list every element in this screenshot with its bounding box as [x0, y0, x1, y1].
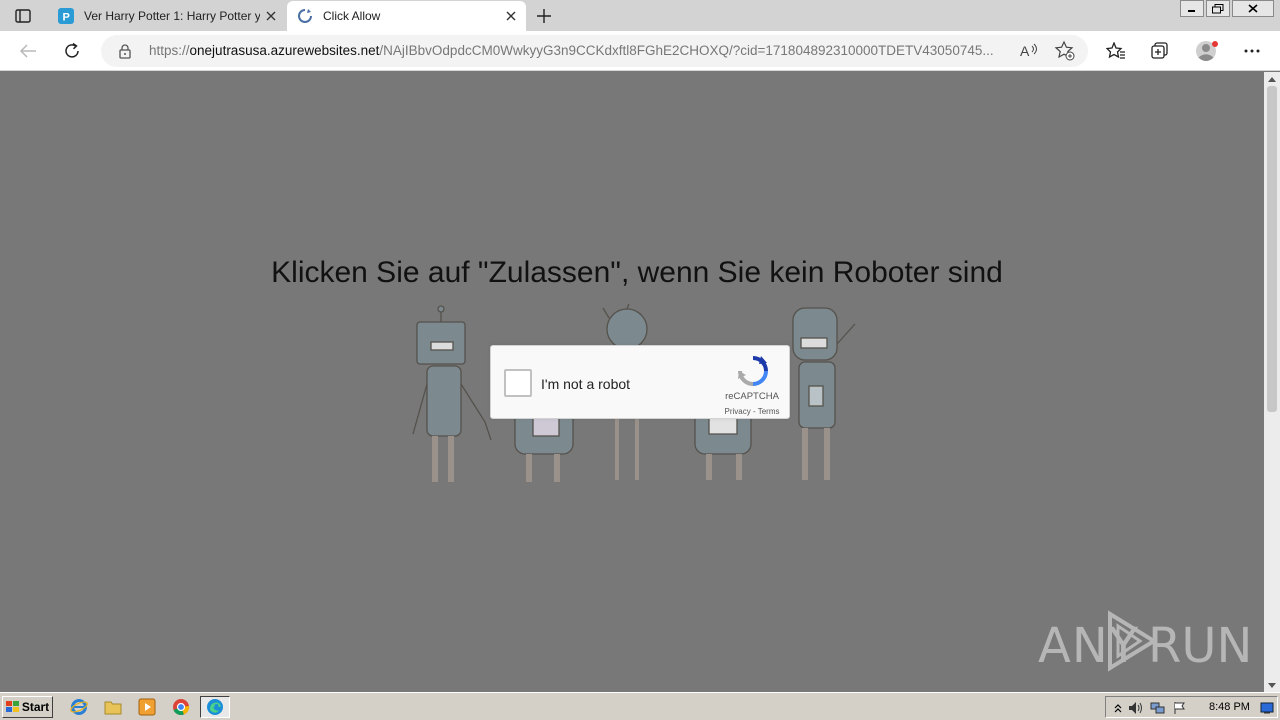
- explorer-launch[interactable]: [102, 697, 124, 717]
- browser-toolbar: https://onejutrasusa.azurewebsites.net/N…: [0, 31, 1280, 71]
- page-headline: Klicken Sie auf "Zulassen", wenn Sie kei…: [271, 256, 1003, 289]
- avatar-icon: [1196, 41, 1218, 61]
- p-letter-icon: P: [58, 8, 74, 24]
- url-scheme: https://: [149, 43, 190, 58]
- plus-icon: [537, 9, 551, 23]
- system-tray: 8:48 PM: [1105, 696, 1278, 718]
- volume-icon[interactable]: [1128, 700, 1144, 716]
- ellipsis-icon: [1244, 49, 1260, 53]
- svg-text:P: P: [63, 12, 70, 24]
- lock-icon[interactable]: [117, 43, 133, 59]
- edge-icon: [207, 699, 223, 715]
- url-path: /NAjIBbvOdpdcCM0WwkyyG3n9CCKdxftl8FGhE2C…: [379, 43, 994, 58]
- internet-explorer-icon: [70, 699, 88, 715]
- loading-icon: [298, 9, 312, 23]
- watermark-text-right: RUN: [1148, 618, 1253, 674]
- url-host: onejutrasusa.azurewebsites.net: [189, 43, 380, 58]
- tab-click-allow[interactable]: Click Allow: [287, 1, 526, 31]
- reload-icon: [65, 42, 79, 58]
- favorites-icon: [1106, 42, 1125, 59]
- media-player-launch[interactable]: [136, 697, 158, 717]
- flag-icon[interactable]: [1172, 700, 1188, 716]
- close-window-button[interactable]: [1232, 0, 1274, 17]
- web-page: Klicken Sie auf "Zulassen", wenn Sie kei…: [0, 72, 1264, 692]
- url-text[interactable]: https://onejutrasusa.azurewebsites.net/N…: [149, 43, 1011, 58]
- start-label: Start: [21, 700, 50, 714]
- captcha-checkbox[interactable]: [504, 369, 532, 397]
- windows-taskbar: Start 8:48 PM: [0, 692, 1280, 720]
- recaptcha-logo-icon: [738, 356, 768, 386]
- add-favorite-icon[interactable]: [1054, 40, 1076, 62]
- reload-button[interactable]: [58, 37, 86, 65]
- show-desktop-icon[interactable]: [1259, 700, 1275, 716]
- favorites-button[interactable]: [1102, 37, 1130, 65]
- minimize-icon: [1188, 9, 1195, 12]
- scroll-down-button[interactable]: [1264, 678, 1280, 692]
- show-hidden-icons-button[interactable]: [1110, 700, 1126, 716]
- captcha-privacy-terms-link[interactable]: Privacy - Terms: [713, 407, 791, 416]
- clock[interactable]: 8:48 PM: [1209, 701, 1250, 713]
- address-bar[interactable]: https://onejutrasusa.azurewebsites.net/N…: [101, 35, 1088, 67]
- svg-text:A: A: [1020, 43, 1030, 59]
- close-tab-button[interactable]: [500, 5, 522, 27]
- read-aloud-icon[interactable]: A: [1018, 40, 1040, 62]
- tab-actions-icon: [15, 9, 31, 23]
- more-menu-button[interactable]: [1238, 37, 1266, 65]
- anyrun-watermark: ANY RUN: [1038, 610, 1252, 674]
- captcha-label: I'm not a robot: [541, 376, 631, 392]
- edge-taskbar-button[interactable]: [200, 696, 230, 718]
- close-icon: [1248, 4, 1258, 13]
- scroll-up-button[interactable]: [1264, 72, 1280, 86]
- tab-actions-button[interactable]: [8, 5, 38, 27]
- tab-strip: P Ver Harry Potter 1: Harry Potter y Cli…: [0, 0, 1280, 31]
- back-button[interactable]: [14, 37, 42, 65]
- collections-icon: [1151, 42, 1168, 59]
- chevron-up-icon: [1268, 76, 1276, 82]
- window-controls: [1178, 0, 1274, 17]
- windows-logo-icon: [5, 701, 19, 712]
- restore-icon: [1212, 3, 1224, 13]
- folder-icon: [104, 701, 122, 715]
- recaptcha-widget: I'm not a robot reCAPTCHA Privacy - Term…: [490, 345, 790, 419]
- tab-title: Ver Harry Potter 1: Harry Potter y: [84, 9, 260, 23]
- tab-title: Click Allow: [323, 9, 381, 23]
- close-icon: [506, 11, 516, 21]
- media-player-icon: [138, 698, 156, 716]
- collections-button[interactable]: [1146, 37, 1174, 65]
- back-arrow-icon: [19, 44, 36, 58]
- start-button[interactable]: Start: [2, 696, 53, 718]
- close-tab-button[interactable]: [260, 5, 282, 27]
- captcha-brand: reCAPTCHA: [725, 391, 779, 402]
- tab-harry-potter[interactable]: P Ver Harry Potter 1: Harry Potter y: [50, 1, 286, 31]
- scroll-thumb[interactable]: [1267, 86, 1277, 412]
- chrome-icon: [173, 699, 190, 716]
- network-icon[interactable]: [1150, 700, 1166, 716]
- minimize-button[interactable]: [1180, 0, 1204, 17]
- new-tab-button[interactable]: [532, 4, 556, 28]
- ie-launch[interactable]: [68, 697, 90, 717]
- restore-button[interactable]: [1206, 0, 1230, 17]
- chevron-up-icon: [1114, 704, 1122, 713]
- chrome-launch[interactable]: [170, 697, 192, 717]
- vertical-scrollbar[interactable]: [1264, 72, 1280, 692]
- profile-button[interactable]: [1193, 37, 1221, 65]
- close-icon: [266, 11, 276, 21]
- chevron-down-icon: [1268, 682, 1276, 688]
